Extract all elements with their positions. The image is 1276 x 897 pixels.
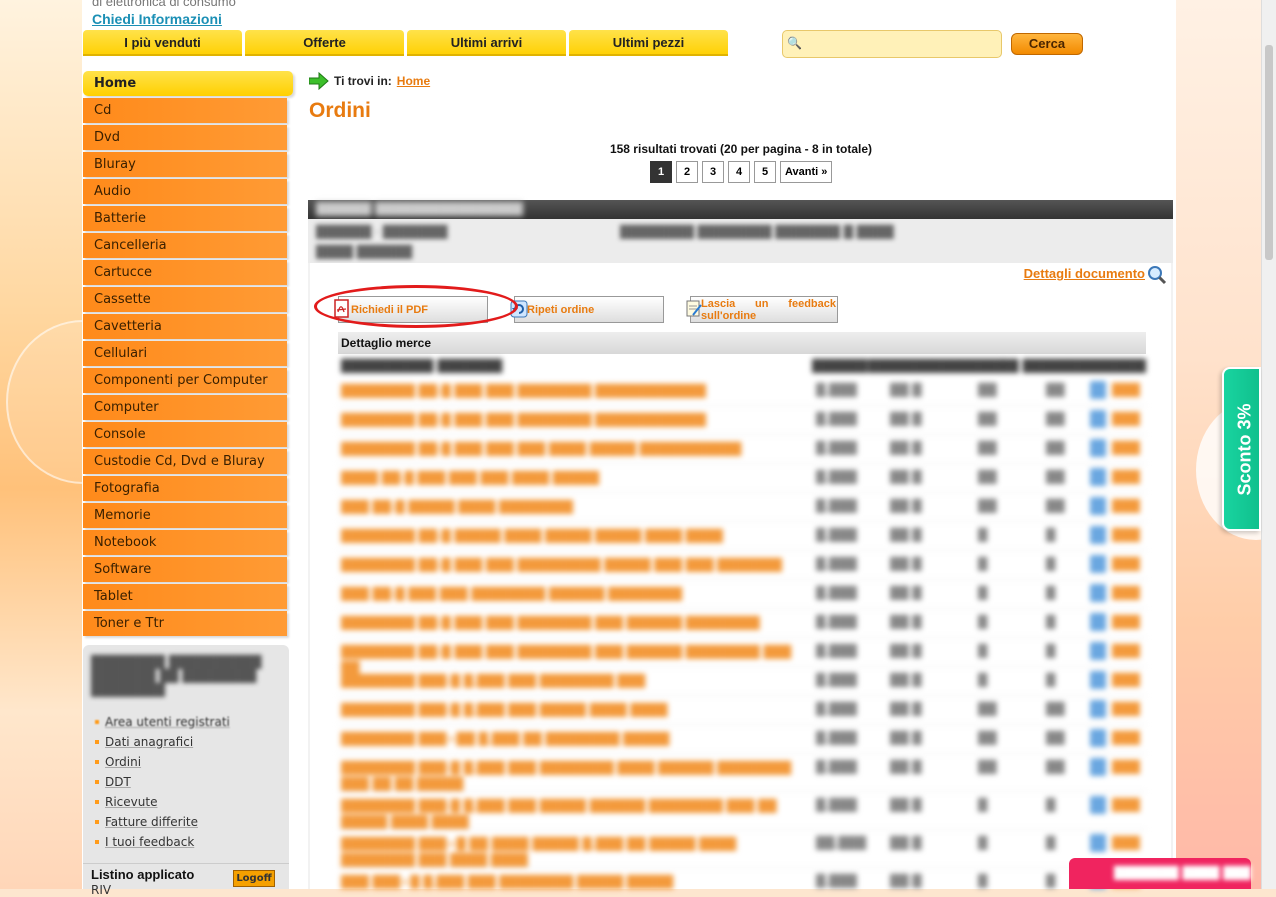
sidebar-item-tablet[interactable]: Tablet	[83, 584, 287, 609]
repeat-order-label: Ripeti ordine	[527, 304, 595, 316]
sidebar-item-cellulari[interactable]: Cellulari	[83, 341, 287, 366]
pagination: 1 2 3 4 5 Avanti »	[650, 161, 833, 183]
table-row: ████████ ██-█ ███ ███ ████████ ███ █████…	[338, 609, 1146, 638]
sidebar-item-batterie[interactable]: Batterie	[83, 206, 287, 231]
user-link-ordini[interactable]: Ordini	[95, 755, 230, 775]
table-row: ████████ ██-█ ███ ███ █████████ █████ ██…	[338, 551, 1146, 580]
breadcrumb: Ti trovi in: Home	[309, 72, 430, 90]
nav-tab-offers[interactable]: Offerte	[245, 30, 404, 56]
table-row: ████████ ██-█ ███ ███ ████████ █████████…	[338, 406, 1146, 435]
order-panel: ██████ ████████████████ ██████ · ███████…	[308, 200, 1173, 889]
leave-feedback-label: Lascia un feedback sull'ordine	[701, 298, 836, 322]
sidebar-item-bluray[interactable]: Bluray	[83, 152, 287, 177]
sidebar-item-memorie[interactable]: Memorie	[83, 503, 287, 528]
sidebar-item-dvd[interactable]: Dvd	[83, 125, 287, 150]
category-sidebar: Home Cd Dvd Bluray Audio Batterie Cancel…	[83, 71, 293, 638]
table-row: ████████ ███-█ █,███ ███ ████████ ███ █,█…	[338, 667, 1146, 696]
site-tagline: di elettronica di consumo	[92, 0, 236, 9]
table-header: ██████████ ███████ ██████ ███████ ███████…	[341, 359, 1146, 373]
sidebar-item-componenti[interactable]: Componenti per Computer	[83, 368, 287, 393]
sidebar-item-custodie[interactable]: Custodie Cd, Dvd e Bluray	[83, 449, 287, 474]
table-row: ████████ ███-█ █,███ ███ █████ ████ ████…	[338, 696, 1146, 725]
breadcrumb-home-link[interactable]: Home	[397, 74, 430, 88]
arrow-right-icon	[309, 72, 329, 90]
order-meta-redacted: ██████ · ███████ ████████ ████████ █████…	[308, 219, 1173, 263]
page-next-link[interactable]: Avanti »	[780, 161, 833, 183]
page-background-left	[0, 0, 160, 889]
search-icon: 🔍	[787, 36, 802, 50]
order-body: Dettagli documento Richiedi il PDF Ripet…	[310, 263, 1171, 889]
table-row: ███ ███+█ █,███ ███ ████████ █████ █████…	[338, 868, 1146, 889]
sidebar-item-console[interactable]: Console	[83, 422, 287, 447]
vertical-scrollbar[interactable]	[1261, 0, 1276, 889]
user-area-box: ████████ ██████████ ███████ ██ ████████ ██…	[83, 645, 289, 897]
table-row: ████████ ██-█ █████ ████ █████ █████ ███…	[338, 522, 1146, 551]
table-row: ████████ ███+██ █,███ ██ ████████ █████ █…	[338, 725, 1146, 754]
nav-tab-new-arrivals[interactable]: Ultimi arrivi	[407, 30, 566, 56]
sidebar-item-cavetteria[interactable]: Cavetteria	[83, 314, 287, 339]
listino-value: RIV	[91, 883, 112, 897]
search-input[interactable]	[803, 34, 997, 54]
page-link-1[interactable]: 1	[650, 161, 672, 183]
page-link-5[interactable]: 5	[754, 161, 776, 183]
section-title: Dettaglio merce	[338, 332, 1146, 354]
discount-promo-tab[interactable]: Sconto 3%	[1222, 367, 1261, 531]
sidebar-item-cd[interactable]: Cd	[83, 98, 287, 123]
sidebar-item-fotografia[interactable]: Fotografia	[83, 476, 287, 501]
discount-label: Sconto 3%	[1234, 403, 1255, 496]
nav-tab-last-items[interactable]: Ultimi pezzi	[569, 30, 728, 56]
order-details-link[interactable]: Dettagli documento	[1024, 266, 1145, 281]
listino-label: Listino applicato	[91, 867, 195, 882]
sidebar-item-cartucce[interactable]: Cartucce	[83, 260, 287, 285]
table-row: ███ ██-█ █████ ████ ████████ █,███ ██ █ ██ █…	[338, 493, 1146, 522]
magnifier-icon[interactable]	[1147, 265, 1167, 285]
user-link-ricevute[interactable]: Ricevute	[95, 795, 230, 815]
sidebar-item-cancelleria[interactable]: Cancelleria	[83, 233, 287, 258]
sidebar-item-home[interactable]: Home	[83, 71, 293, 96]
repeat-order-button[interactable]: Ripeti ordine	[510, 296, 664, 323]
nav-tab-bestsellers[interactable]: I più venduti	[83, 30, 242, 56]
info-link[interactable]: Chiedi Informazioni	[92, 11, 222, 27]
user-link-dati-anagrafici[interactable]: Dati anagrafici	[95, 735, 230, 755]
breadcrumb-prefix: Ti trovi in:	[334, 74, 392, 88]
search-box: 🔍	[782, 30, 1002, 58]
page-link-4[interactable]: 4	[728, 161, 750, 183]
user-link-area-utenti[interactable]: Area utenti registrati	[95, 715, 230, 735]
table-row: ████████ ██-█ ███ ███ ████████ █████████…	[338, 377, 1146, 406]
scrollbar-thumb[interactable]	[1265, 45, 1273, 260]
chat-widget-redacted[interactable]: ███████ ████ ███	[1069, 858, 1251, 889]
table-row: ████ ██-█ ███ ███ ███ ████ █████ █,███ ██ …	[338, 464, 1146, 493]
user-menu: Area utenti registrati Dati anagrafici O…	[95, 715, 230, 855]
table-row: ████████ ███-█ █,███ ███ █████ ██████ ██…	[338, 792, 1146, 830]
user-link-fatture-differite[interactable]: Fatture differite	[95, 815, 230, 835]
sidebar-item-toner[interactable]: Toner e Ttr	[83, 611, 287, 636]
table-row: ████████ ██-█ ███ ███ ████████ ███ █████…	[338, 638, 1146, 675]
annotation-circle	[314, 285, 518, 328]
sidebar-item-software[interactable]: Software	[83, 557, 287, 582]
sidebar-item-computer[interactable]: Computer	[83, 395, 287, 420]
user-link-feedback[interactable]: I tuoi feedback	[95, 835, 230, 855]
user-greeting-redacted: ████████ ██████████ ███████ ██ ████████ ██…	[91, 655, 262, 697]
page-link-2[interactable]: 2	[676, 161, 698, 183]
logoff-button[interactable]: Logoff	[233, 870, 275, 887]
top-navigation: I più venduti Offerte Ultimi arrivi Ulti…	[83, 30, 728, 56]
sidebar-item-cassette[interactable]: Cassette	[83, 287, 287, 312]
divider	[83, 863, 289, 864]
table-row: ████████ ██-█ ███ ███ ███ ████ █████ ███…	[338, 435, 1146, 464]
user-link-ddt[interactable]: DDT	[95, 775, 230, 795]
table-row: ████████ ███+█ ██ ████ █████ █,███ ██ ██…	[338, 830, 1146, 868]
page-title: Ordini	[309, 99, 371, 122]
leave-feedback-button[interactable]: Lascia un feedback sull'ordine	[686, 296, 838, 323]
order-items-table-redacted: ██████████ ███████ ██████ ███████ ███████…	[338, 355, 1146, 889]
search-button[interactable]: Cerca	[1011, 33, 1083, 55]
results-summary: 158 risultati trovati (20 per pagina - 8…	[609, 142, 873, 156]
page-link-3[interactable]: 3	[702, 161, 724, 183]
sidebar-item-notebook[interactable]: Notebook	[83, 530, 287, 555]
sidebar-item-audio[interactable]: Audio	[83, 179, 287, 204]
table-row: ███ ██-█ ███ ███ ████████ ██████ ███████…	[338, 580, 1146, 609]
table-row: ████████ ███-█ █,███ ███ ████████ ████ █…	[338, 754, 1146, 792]
order-header-redacted: ██████ ████████████████	[308, 200, 1173, 219]
